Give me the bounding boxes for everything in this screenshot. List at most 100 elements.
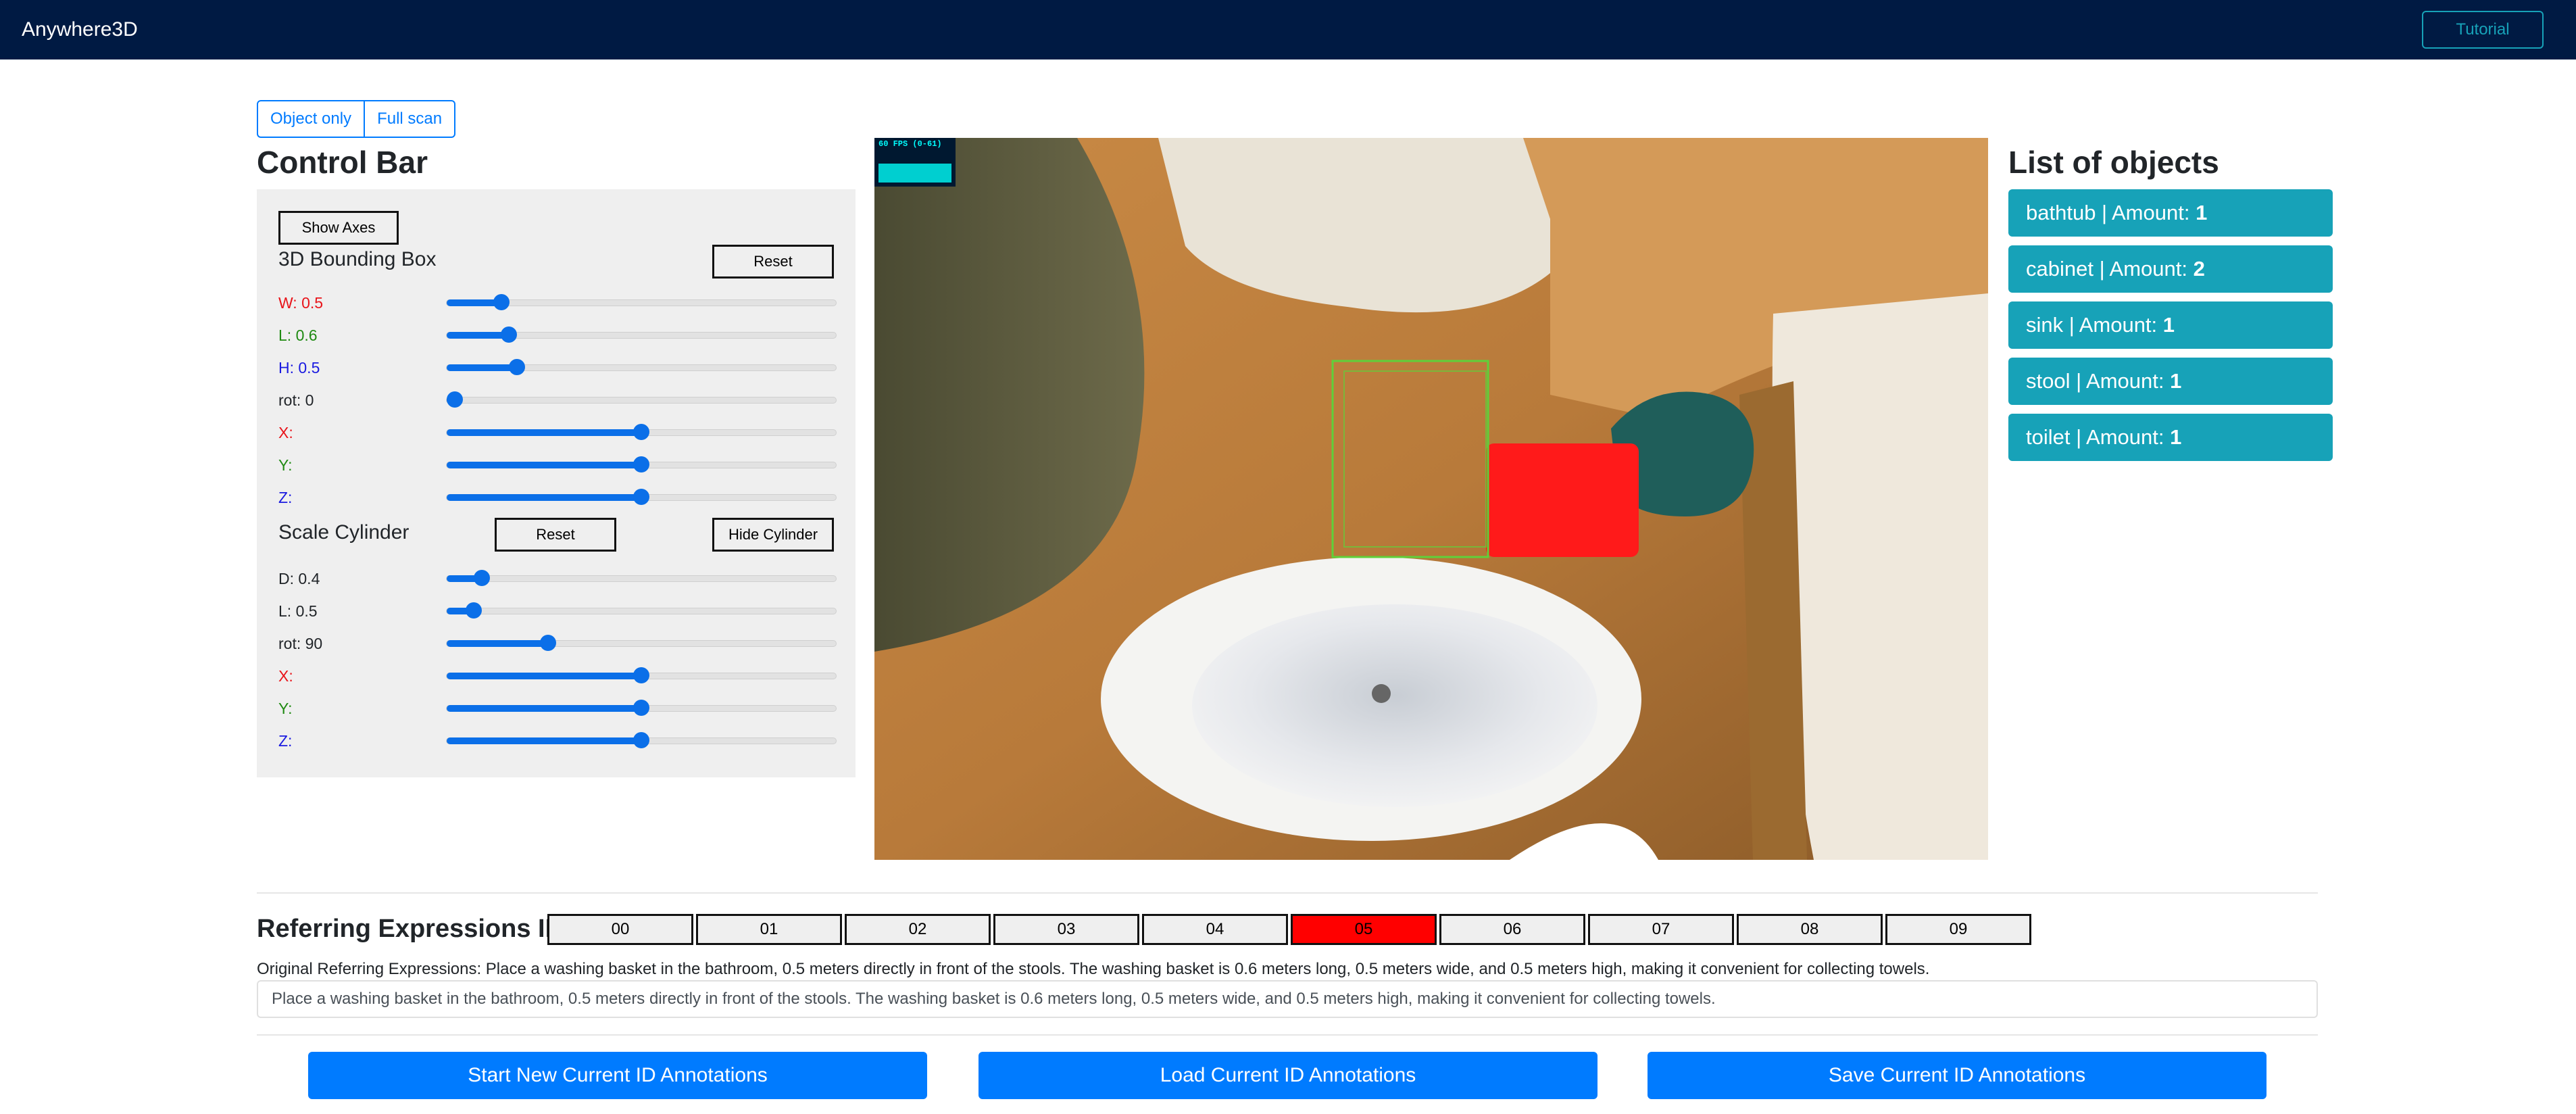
referring-id-button-08[interactable]: 08 <box>1737 914 1883 945</box>
slider-thumb[interactable] <box>633 489 649 505</box>
object-name: bathtub <box>2026 201 2096 224</box>
slider-track[interactable] <box>446 326 837 343</box>
bbox-reset-button[interactable]: Reset <box>712 245 834 278</box>
slider-fill <box>447 737 641 744</box>
slider-row: D: 0.4 <box>278 565 837 592</box>
object-item-toilet[interactable]: toilet | Amount: 1 <box>2008 414 2333 461</box>
slider-fill <box>447 673 641 679</box>
slider-label: L: 0.5 <box>278 602 318 620</box>
slider-fill <box>447 705 641 712</box>
object-list: bathtub | Amount: 1 cabinet | Amount: 2 si… <box>2008 189 2333 470</box>
referring-id-buttons: 00 01 02 03 04 05 06 07 08 09 <box>547 914 2034 945</box>
slider-track[interactable] <box>446 635 837 651</box>
slider-thumb[interactable] <box>501 326 518 343</box>
referring-id-button-03[interactable]: 03 <box>993 914 1139 945</box>
cylinder-reset-button[interactable]: Reset <box>495 518 616 552</box>
object-amount: 2 <box>2193 257 2205 281</box>
slider-track[interactable] <box>446 602 837 619</box>
slider-thumb[interactable] <box>633 700 649 716</box>
slider-label: Z: <box>278 732 293 750</box>
object-item-sink[interactable]: sink | Amount: 1 <box>2008 301 2333 349</box>
object-amount: 1 <box>2170 425 2182 449</box>
navbar: Anywhere3D Tutorial <box>0 0 2576 59</box>
slider-thumb[interactable] <box>508 359 525 375</box>
object-amount: 1 <box>2162 313 2175 337</box>
expression-input[interactable]: Place a washing basket in the bathroom, … <box>257 980 2318 1018</box>
sink-drain <box>1372 684 1391 703</box>
slider-track[interactable] <box>446 732 837 748</box>
slider-fill <box>447 429 641 436</box>
slider-track[interactable] <box>446 570 837 586</box>
referring-id-button-02[interactable]: 02 <box>845 914 991 945</box>
slider-label: Y: <box>278 700 293 717</box>
scale-cylinder[interactable] <box>1486 443 1639 557</box>
referring-id-button-00[interactable]: 00 <box>547 914 693 945</box>
slider-fill <box>447 494 641 501</box>
slider-track[interactable] <box>446 294 837 310</box>
referring-id-button-01[interactable]: 01 <box>696 914 842 945</box>
start-annotations-button[interactable]: Start New Current ID Annotations <box>308 1052 927 1099</box>
divider-bottom <box>257 1034 2318 1036</box>
slider-row: Z: <box>278 484 837 511</box>
load-annotations-button[interactable]: Load Current ID Annotations <box>979 1052 1597 1099</box>
slider-thumb[interactable] <box>539 635 556 651</box>
slider-label: H: 0.5 <box>278 359 320 377</box>
scene-viewport[interactable]: 60 FPS (0-61) <box>874 138 1988 860</box>
slider-thumb[interactable] <box>493 294 510 310</box>
object-name: toilet <box>2026 425 2071 449</box>
referring-id-button-07[interactable]: 07 <box>1588 914 1734 945</box>
slider-label: D: 0.4 <box>278 570 320 587</box>
slider-track[interactable] <box>446 456 837 473</box>
slider-thumb[interactable] <box>473 570 490 586</box>
slider-fill <box>447 462 641 468</box>
object-only-button[interactable]: Object only <box>257 100 366 138</box>
slider-thumb[interactable] <box>633 732 649 748</box>
save-annotations-button[interactable]: Save Current ID Annotations <box>1648 1052 2267 1099</box>
object-item-stool[interactable]: stool | Amount: 1 <box>2008 358 2333 405</box>
slider-row: L: 0.5 <box>278 598 837 625</box>
slider-label: L: 0.6 <box>278 326 318 344</box>
slider-thumb[interactable] <box>446 391 463 408</box>
slider-thumb[interactable] <box>633 424 649 440</box>
slider-row: rot: 0 <box>278 387 837 414</box>
slider-thumb[interactable] <box>633 667 649 683</box>
fps-graph <box>878 164 951 183</box>
object-name: stool <box>2026 369 2071 393</box>
object-amount-prefix: | Amount: <box>2070 425 2171 449</box>
referring-id-button-09[interactable]: 09 <box>1885 914 2031 945</box>
slider-track[interactable] <box>446 667 837 683</box>
slider-track[interactable] <box>446 489 837 505</box>
object-amount: 1 <box>2170 369 2182 393</box>
referring-id-button-06[interactable]: 06 <box>1439 914 1585 945</box>
slider-thumb[interactable] <box>466 602 482 619</box>
show-axes-button[interactable]: Show Axes <box>278 211 399 245</box>
full-scan-button[interactable]: Full scan <box>364 100 456 138</box>
slider-label: W: 0.5 <box>278 294 324 312</box>
slider-track[interactable] <box>446 359 837 375</box>
app-title[interactable]: Anywhere3D <box>22 16 138 43</box>
slider-label: rot: 0 <box>278 391 314 409</box>
scene-render[interactable] <box>874 138 1988 860</box>
divider <box>257 892 2318 894</box>
original-expression-text: Original Referring Expressions: Place a … <box>257 960 1930 978</box>
referring-id-label: Referring Expressions ID: <box>257 915 572 943</box>
slider-track[interactable] <box>446 700 837 716</box>
object-amount-prefix: | Amount: <box>2096 201 2196 224</box>
slider-row: Y: <box>278 452 837 479</box>
referring-id-button-04[interactable]: 04 <box>1142 914 1288 945</box>
object-amount-prefix: | Amount: <box>2063 313 2163 337</box>
object-item-cabinet[interactable]: cabinet | Amount: 2 <box>2008 245 2333 293</box>
fps-stats-panel[interactable]: 60 FPS (0-61) <box>874 138 956 187</box>
slider-thumb[interactable] <box>633 456 649 473</box>
slider-row: W: 0.5 <box>278 289 837 316</box>
object-item-bathtub[interactable]: bathtub | Amount: 1 <box>2008 189 2333 237</box>
control-bar-title: Control Bar <box>257 145 428 180</box>
slider-track[interactable] <box>446 391 837 408</box>
slider-label: X: <box>278 424 293 441</box>
tutorial-button[interactable]: Tutorial <box>2422 11 2544 49</box>
hide-cylinder-button[interactable]: Hide Cylinder <box>712 518 834 552</box>
referring-id-button-05[interactable]: 05 <box>1291 914 1437 945</box>
slider-track[interactable] <box>446 424 837 440</box>
slider-label: rot: 90 <box>278 635 323 652</box>
slider-label: Y: <box>278 456 293 474</box>
